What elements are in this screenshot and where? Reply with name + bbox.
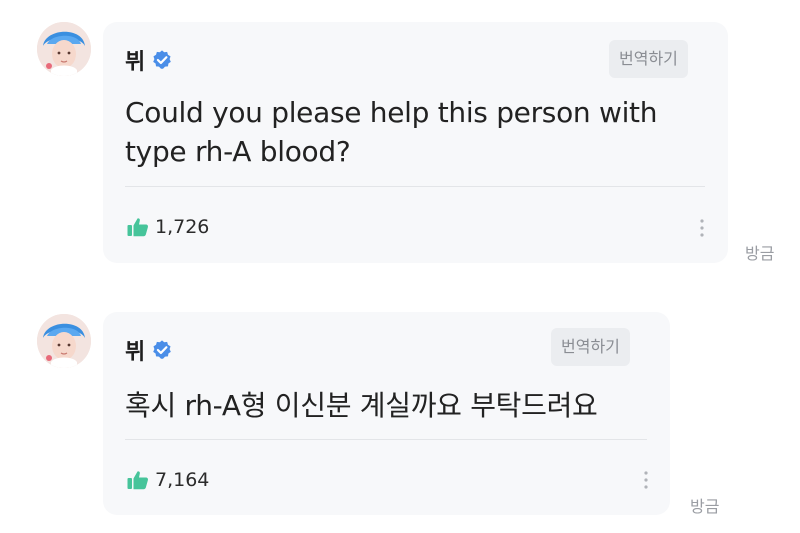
like-count: 1,726 bbox=[155, 216, 210, 238]
translate-button[interactable]: 번역하기 bbox=[609, 40, 688, 78]
comment-item: 뷔 번역하기 혹시 rh-A형 이신분 계실까요 부탁드려요 7,164 방금 bbox=[0, 290, 800, 533]
like-button[interactable]: 7,164 bbox=[127, 469, 209, 491]
verified-badge-icon bbox=[151, 339, 173, 361]
author-name[interactable]: 뷔 bbox=[125, 334, 145, 366]
comment-bubble: 뷔 번역하기 혹시 rh-A형 이신분 계실까요 부탁드려요 7,164 bbox=[103, 312, 670, 515]
comment-item: 뷔 번역하기 Could you please help this person… bbox=[0, 0, 800, 280]
thumbs-up-icon bbox=[127, 470, 149, 490]
like-button[interactable]: 1,726 bbox=[127, 216, 209, 238]
comment-bubble: 뷔 번역하기 Could you please help this person… bbox=[103, 22, 728, 263]
translate-button[interactable]: 번역하기 bbox=[551, 328, 630, 366]
avatar[interactable] bbox=[37, 314, 91, 368]
comment-timestamp: 방금 bbox=[690, 497, 720, 516]
thumbs-up-icon bbox=[127, 217, 149, 237]
comment-author: 뷔 bbox=[125, 334, 173, 366]
more-vertical-icon[interactable] bbox=[640, 469, 652, 491]
comment-divider bbox=[125, 439, 647, 440]
author-name[interactable]: 뷔 bbox=[125, 44, 145, 76]
comment-timestamp: 방금 bbox=[745, 244, 775, 263]
verified-badge-icon bbox=[151, 49, 173, 71]
comment-text: 혹시 rh-A형 이신분 계실까요 부탁드려요 bbox=[125, 389, 598, 422]
comment-text: Could you please help this person with t… bbox=[125, 96, 658, 168]
comment-divider bbox=[125, 186, 705, 187]
like-count: 7,164 bbox=[155, 469, 210, 491]
more-vertical-icon[interactable] bbox=[696, 217, 708, 239]
avatar[interactable] bbox=[37, 22, 91, 76]
comment-author: 뷔 bbox=[125, 44, 173, 76]
